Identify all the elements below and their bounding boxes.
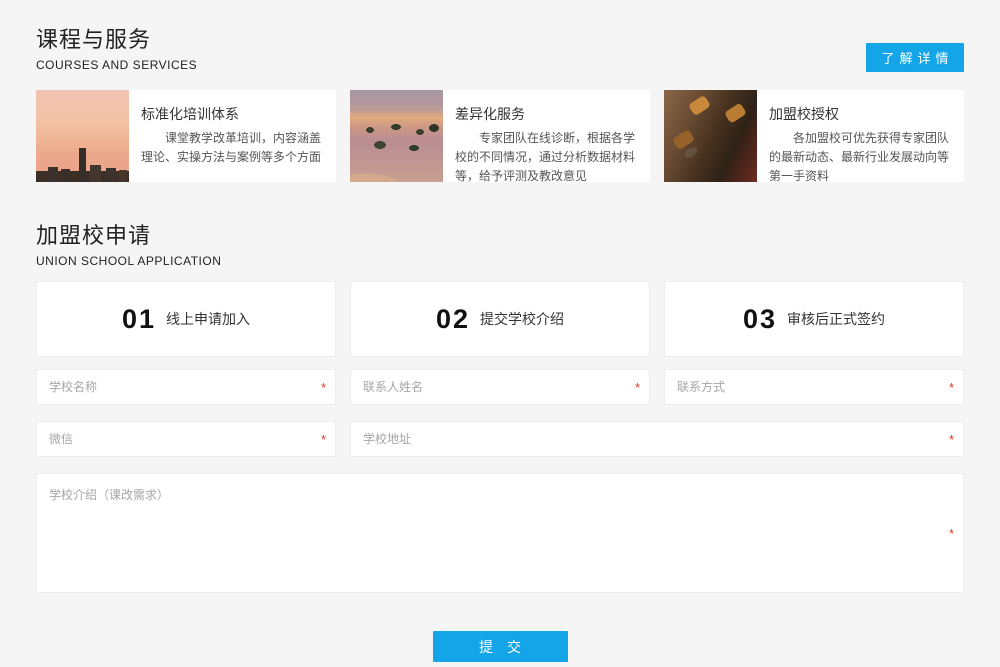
application-subtitle: UNION SCHOOL APPLICATION (36, 254, 221, 268)
application-title: 加盟校申请 (36, 218, 221, 250)
school-intro-textarea[interactable] (37, 474, 963, 592)
step-number: 02 (436, 304, 470, 335)
step-apply-online: 01 线上申请加入 (36, 281, 336, 357)
step-sign-contract: 03 审核后正式签约 (664, 281, 964, 357)
course-card-differentiated-service: 差异化服务 专家团队在线诊断，根据各学校的不同情况，通过分析数据材料等，给予评测… (350, 90, 650, 182)
card-content: 差异化服务 专家团队在线诊断，根据各学校的不同情况，通过分析数据材料等，给予评测… (443, 90, 650, 182)
card-title: 加盟校授权 (769, 104, 952, 124)
school-intro-field-wrap: * (36, 473, 964, 593)
school-name-input[interactable] (37, 370, 335, 404)
school-address-input[interactable] (351, 422, 963, 456)
required-asterisk: * (949, 527, 954, 540)
required-asterisk: * (949, 381, 954, 394)
step-label: 审核后正式签约 (787, 309, 885, 329)
courses-title: 课程与服务 (36, 22, 197, 54)
courses-heading: 课程与服务 COURSES AND SERVICES (36, 22, 197, 72)
city-skyline-sunset-image (36, 90, 129, 182)
courses-section-header: 课程与服务 COURSES AND SERVICES 了解详情 (36, 0, 964, 72)
card-title: 差异化服务 (455, 104, 638, 124)
card-description: 专家团队在线诊断，根据各学校的不同情况，通过分析数据材料等，给予评测及教改意见 (455, 129, 638, 182)
application-form: * * * * * * (36, 369, 964, 593)
card-content: 标准化培训体系 课堂教学改革培训，内容涵盖理论、实操方法与案例等多个方面 (129, 90, 336, 182)
contact-method-field-wrap: * (664, 369, 964, 405)
wechat-field-wrap: * (36, 421, 336, 457)
learn-more-button[interactable]: 了解详情 (866, 43, 964, 72)
contact-name-input[interactable] (351, 370, 649, 404)
desert-dusk-image (350, 90, 443, 182)
required-asterisk: * (321, 433, 326, 446)
step-number: 03 (743, 304, 777, 335)
application-heading: 加盟校申请 UNION SCHOOL APPLICATION (36, 218, 221, 268)
film-strip-image (664, 90, 757, 182)
step-label: 线上申请加入 (166, 309, 250, 329)
required-asterisk: * (321, 381, 326, 394)
application-steps: 01 线上申请加入 02 提交学校介绍 03 审核后正式签约 (36, 281, 964, 357)
application-section-header: 加盟校申请 UNION SCHOOL APPLICATION (36, 218, 964, 268)
contact-method-input[interactable] (665, 370, 963, 404)
course-cards: 标准化培训体系 课堂教学改革培训，内容涵盖理论、实操方法与案例等多个方面 差异化… (36, 90, 964, 182)
school-name-field-wrap: * (36, 369, 336, 405)
card-title: 标准化培训体系 (141, 104, 324, 124)
step-label: 提交学校介绍 (480, 309, 564, 329)
school-address-field-wrap: * (350, 421, 964, 457)
card-content: 加盟校授权 各加盟校可优先获得专家团队的最新动态、最新行业发展动向等第一手资料 (757, 90, 964, 182)
submit-button[interactable]: 提交 (433, 631, 568, 662)
page: 课程与服务 COURSES AND SERVICES 了解详情 标准化培训体系 … (0, 0, 1000, 667)
wechat-input[interactable] (37, 422, 335, 456)
course-card-franchise-authorization: 加盟校授权 各加盟校可优先获得专家团队的最新动态、最新行业发展动向等第一手资料 (664, 90, 964, 182)
course-card-standard-training: 标准化培训体系 课堂教学改革培训，内容涵盖理论、实操方法与案例等多个方面 (36, 90, 336, 182)
step-submit-intro: 02 提交学校介绍 (350, 281, 650, 357)
card-description: 各加盟校可优先获得专家团队的最新动态、最新行业发展动向等第一手资料 (769, 129, 952, 182)
card-description: 课堂教学改革培训，内容涵盖理论、实操方法与案例等多个方面 (141, 129, 324, 167)
courses-subtitle: COURSES AND SERVICES (36, 58, 197, 72)
required-asterisk: * (635, 381, 640, 394)
step-number: 01 (122, 304, 156, 335)
required-asterisk: * (949, 433, 954, 446)
contact-name-field-wrap: * (350, 369, 650, 405)
submit-row: 提交 (36, 631, 964, 662)
